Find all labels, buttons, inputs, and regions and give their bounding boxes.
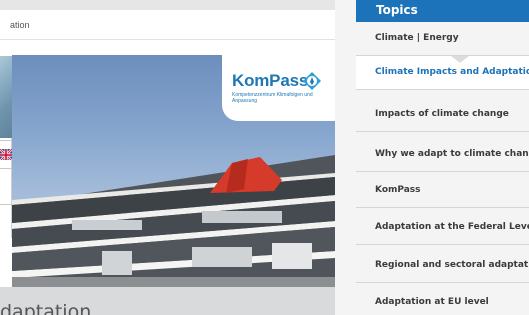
active-notch (451, 56, 469, 63)
page-heading: daptation (0, 301, 92, 315)
overlay-panel (0, 56, 12, 238)
nav-item-impacts-of-climate-change[interactable]: Impacts of climate change (356, 98, 529, 132)
nav-item-federal-level[interactable]: Adaptation at the Federal Level (356, 211, 529, 245)
nav-item-climate-energy[interactable]: Climate | Energy (356, 22, 529, 56)
logo[interactable]: KomPass Kompetenzzentrum Klimafolgen und… (222, 55, 335, 121)
nav-item-label: Impacts of climate change (375, 109, 509, 119)
breadcrumb-bar: ation (0, 10, 335, 40)
nav-item-label: Adaptation at the Federal Level (375, 222, 529, 232)
nav-item-label: Why we adapt to climate change (375, 149, 529, 159)
nav-item-eu-level[interactable]: Adaptation at EU level (356, 286, 529, 315)
logo-subtitle: Kompetenzzentrum Klimafolgen und Anpassu… (232, 92, 313, 104)
divider (0, 140, 12, 141)
main-content: ation KomPass Kompetenzzentrum Klimafolg… (0, 0, 335, 315)
uk-flag-icon[interactable] (0, 148, 12, 160)
logo-wordmark: KomPass (232, 71, 309, 90)
nav-item-climate-impacts-adaptation[interactable]: Climate Impacts and Adaptation (356, 56, 529, 90)
overlay-image (0, 56, 12, 138)
nav-item-kompass[interactable]: KomPass (356, 174, 529, 208)
nav-item-label: Adaptation at EU level (375, 297, 489, 307)
topics-header: Topics (356, 0, 529, 22)
nav-item-label: KomPass (375, 185, 421, 195)
topics-sidebar: Topics Climate | Energy Climate Impacts … (356, 0, 529, 315)
divider (0, 168, 12, 169)
compass-icon (303, 72, 321, 90)
nav-item-regional-sectoral[interactable]: Regional and sectoral adaptation (356, 249, 529, 283)
nav-item-label: Regional and sectoral adaptation (375, 260, 529, 270)
nav-item-why-we-adapt[interactable]: Why we adapt to climate change (356, 138, 529, 172)
divider (0, 204, 12, 205)
nav-item-label: Climate | Energy (375, 33, 459, 43)
top-strip (0, 0, 335, 10)
topics-title: Topics (376, 3, 418, 17)
nav-item-label: Climate Impacts and Adaptation (375, 67, 529, 77)
heading-band: daptation (0, 287, 335, 315)
breadcrumb[interactable]: ation (10, 20, 30, 30)
